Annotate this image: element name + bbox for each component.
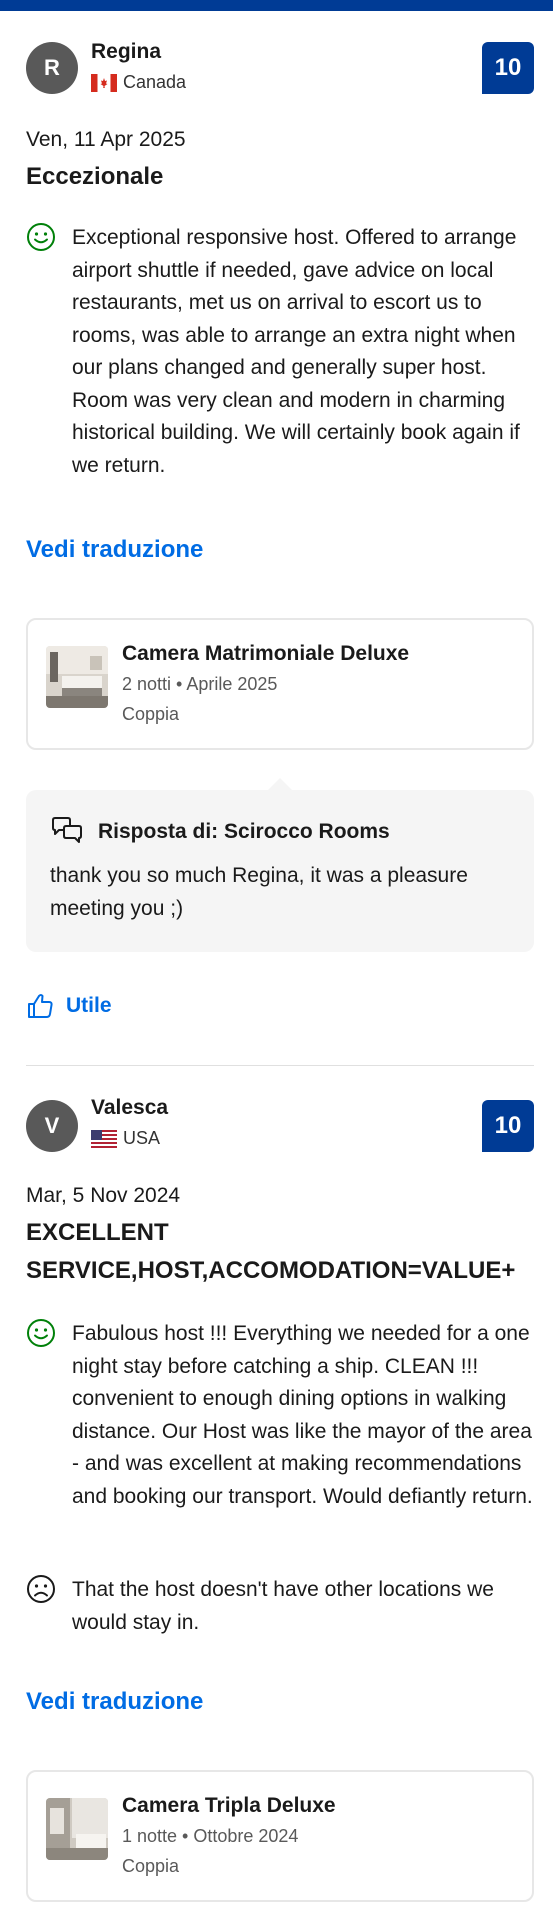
response-notch	[268, 778, 292, 790]
reviewer-country: USA	[91, 1128, 160, 1149]
room-stay-details: 2 notti • Aprile 2025	[122, 674, 278, 694]
thumbs-up-icon	[28, 994, 53, 1018]
reviewer-country: Canada	[91, 72, 186, 93]
negative-comment: That the host doesn't have other locatio…	[26, 1574, 534, 1644]
score-badge: 10	[482, 42, 534, 94]
translate-link[interactable]: Vedi traduzione	[26, 536, 203, 564]
reviewer-name: Regina	[91, 40, 162, 63]
traveler-type: Coppia	[122, 704, 180, 724]
positive-text: Fabulous host !!! Everything we needed f…	[72, 1322, 533, 1508]
helpful-button[interactable]: Utile	[26, 992, 112, 1020]
avatar: V	[26, 1100, 78, 1152]
room-name: Camera Matrimoniale Deluxe	[122, 642, 410, 665]
response-text: thank you so much Regina, it was a pleas…	[50, 864, 468, 920]
country-label: Canada	[123, 72, 187, 92]
usa-flag-icon	[91, 1129, 117, 1148]
response-title: Risposta di: Scirocco Rooms	[98, 820, 390, 843]
room-thumbnail	[46, 1798, 108, 1860]
smile-icon	[27, 223, 55, 251]
review-date: Mar, 5 Nov 2024	[26, 1184, 181, 1207]
speech-bubbles-icon	[52, 817, 82, 843]
canada-flag-icon	[91, 73, 117, 92]
room-thumbnail	[46, 646, 108, 708]
negative-text: That the host doesn't have other locatio…	[72, 1578, 494, 1634]
room-card[interactable]: Camera Tripla Deluxe 1 notte • Ottobre 2…	[26, 1770, 534, 1902]
translate-link[interactable]: Vedi traduzione	[26, 1688, 203, 1716]
smile-icon	[27, 1319, 55, 1347]
host-response: Risposta di: Scirocco Rooms thank you so…	[26, 778, 534, 952]
room-name: Camera Tripla Deluxe	[122, 1794, 336, 1817]
country-label: USA	[123, 1128, 161, 1148]
reviewer-name: Valesca	[91, 1096, 169, 1119]
room-stay-details: 1 notte • Ottobre 2024	[122, 1826, 299, 1846]
review-date: Ven, 11 Apr 2025	[26, 128, 186, 151]
review-card: V Valesca USA 10 Mar, 5 Nov 2024 EXCELLE…	[26, 1060, 534, 1920]
review-card: R Regina Canada 10 Ven, 11 Apr 2025 Ecce…	[26, 0, 534, 1060]
avatar: R	[26, 42, 78, 94]
helpful-label: Utile	[66, 994, 112, 1017]
frown-icon	[27, 1575, 55, 1603]
traveler-type: Coppia	[122, 1856, 180, 1876]
review-title: EXCELLENT SERVICE,HOST,ACCOMODATION=VALU…	[26, 1219, 516, 1284]
score-badge: 10	[482, 1100, 534, 1152]
review-title: Eccezionale	[26, 163, 164, 190]
positive-text: Exceptional responsive host. Offered to …	[72, 226, 520, 477]
positive-comment: Fabulous host !!! Everything we needed f…	[26, 1318, 534, 1518]
positive-comment: Exceptional responsive host. Offered to …	[26, 222, 534, 484]
room-card[interactable]: Camera Matrimoniale Deluxe 2 notti • Apr…	[26, 618, 534, 750]
